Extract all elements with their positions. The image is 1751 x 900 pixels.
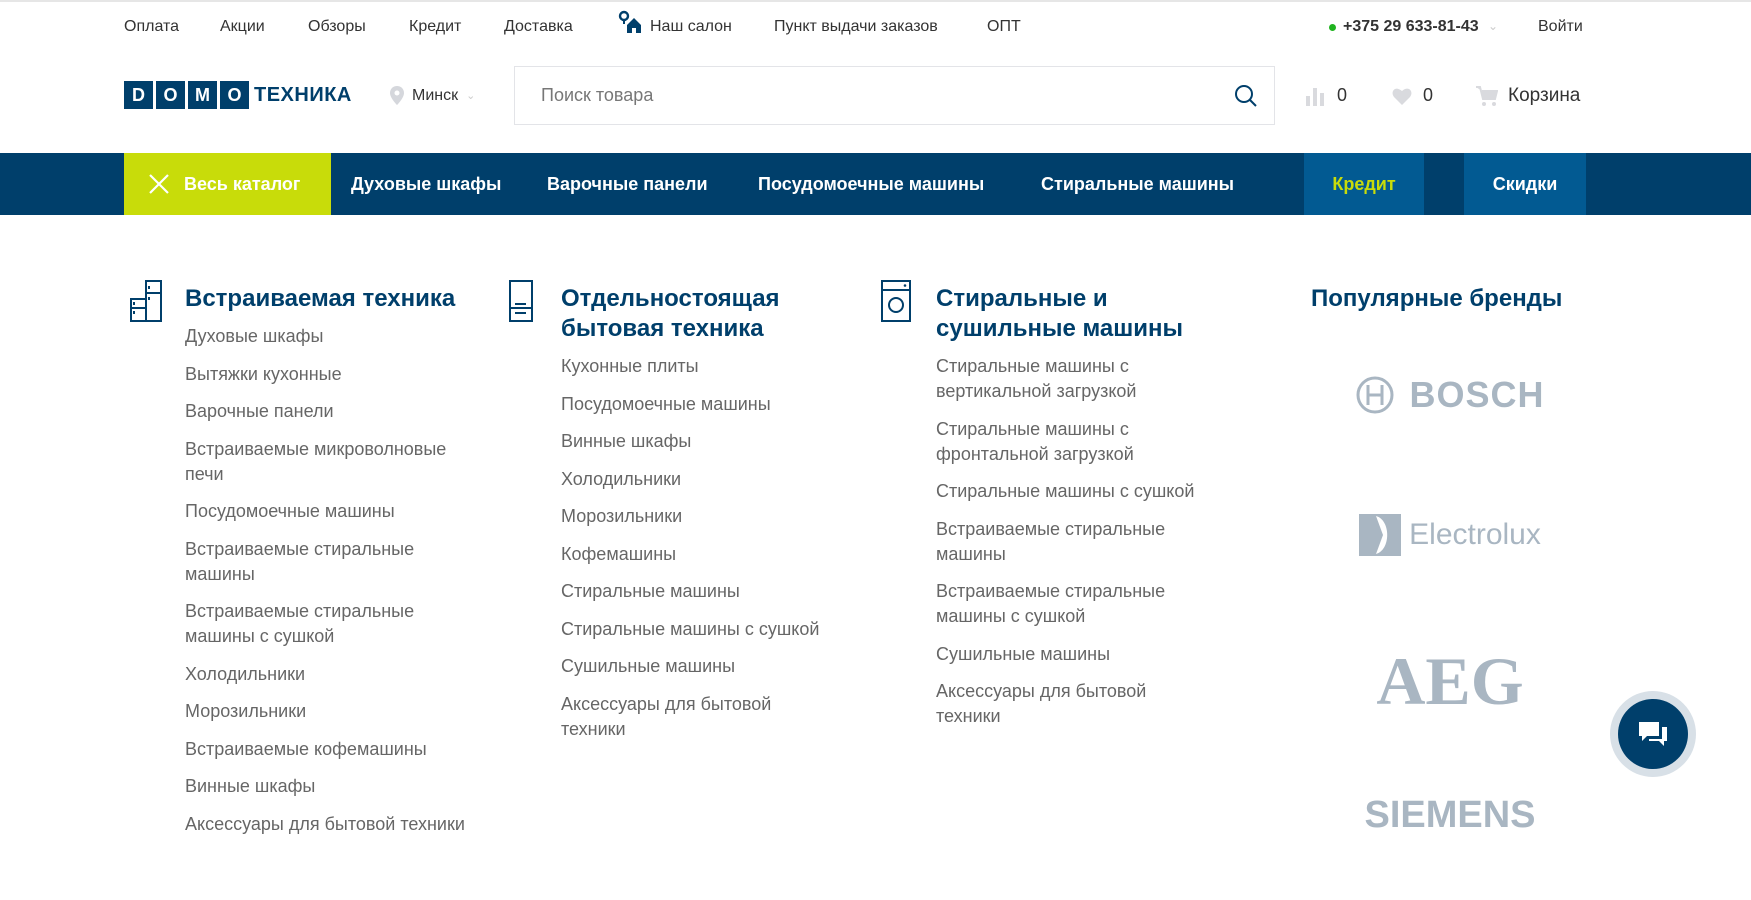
catalog-link[interactable]: Аксессуары для бытовой техники <box>936 679 1206 729</box>
column-heading[interactable]: Встраиваемая техника <box>185 284 485 314</box>
catalog-link[interactable]: Холодильники <box>185 662 485 687</box>
chat-icon <box>1639 722 1667 746</box>
compare-count[interactable]: 0 <box>1337 85 1347 106</box>
catalog-link[interactable]: Аксессуары для бытовой техники <box>185 812 485 837</box>
top-link-promotions[interactable]: Акции <box>220 18 265 36</box>
compare-icon[interactable] <box>1306 86 1326 106</box>
nav-item-dishwashers[interactable]: Посудомоечные машины <box>758 153 984 215</box>
chevron-down-icon[interactable]: ⌄ <box>1488 19 1498 33</box>
favorites-count[interactable]: 0 <box>1423 85 1433 106</box>
catalog-link[interactable]: Морозильники <box>185 699 485 724</box>
catalog-link[interactable]: Встраиваемые микроволновые печи <box>185 437 485 487</box>
catalog-link[interactable]: Духовые шкафы <box>185 324 485 349</box>
catalog-link[interactable]: Стиральные машины с сушкой <box>936 479 1206 504</box>
catalog-column-built-in: Встраиваемая техника Духовые шкафы Вытяжк… <box>185 284 485 849</box>
online-status-dot <box>1329 24 1336 31</box>
main-nav: Весь каталог Духовые шкафы Варочные пане… <box>0 153 1751 215</box>
washing-machine-icon <box>881 280 911 322</box>
location-pin-icon <box>390 86 404 105</box>
catalog-link[interactable]: Морозильники <box>561 504 831 529</box>
city-name: Минск <box>412 86 459 104</box>
catalog-link[interactable]: Стиральные машины <box>561 579 831 604</box>
catalog-link[interactable]: Кофемашины <box>561 542 831 567</box>
brands-heading: Популярные бренды <box>1311 285 1563 312</box>
brand-electrolux[interactable]: Electrolux <box>1320 514 1580 556</box>
heart-icon[interactable] <box>1392 87 1412 105</box>
catalog-link[interactable]: Посудомоечные машины <box>561 392 831 417</box>
login-link[interactable]: Войти <box>1538 18 1583 36</box>
catalog-link[interactable]: Встраиваемые кофемашины <box>185 737 485 762</box>
built-in-appliance-icon <box>130 280 162 322</box>
catalog-link[interactable]: Стиральные машины с вертикальной загрузк… <box>936 354 1206 404</box>
catalog-link[interactable]: Стиральные машины с сушкой <box>561 617 831 642</box>
brand-aeg[interactable]: AEG <box>1320 642 1580 721</box>
brand-name: Electrolux <box>1409 518 1541 551</box>
logo-text: ТЕХНИКА <box>254 83 352 106</box>
top-link-reviews[interactable]: Обзоры <box>308 18 366 36</box>
catalog-link[interactable]: Кухонные плиты <box>561 354 831 379</box>
catalog-link[interactable]: Встраиваемые стиральные машины <box>185 537 485 587</box>
bosch-logo-icon <box>1356 376 1394 414</box>
top-link-pickup[interactable]: Пункт выдачи заказов <box>774 18 938 36</box>
phone-number[interactable]: +375 29 633-81-43 <box>1343 18 1479 36</box>
top-link-salon[interactable]: Наш салон <box>650 18 732 36</box>
nav-credit-button[interactable]: Кредит <box>1304 153 1424 215</box>
logo-letter: M <box>188 81 217 109</box>
search-placeholder: Поиск товара <box>541 85 654 105</box>
catalog-link[interactable]: Варочные панели <box>185 399 485 424</box>
electrolux-logo-icon <box>1359 514 1402 556</box>
search-input[interactable]: Поиск товара <box>514 66 1275 125</box>
logo-letter: O <box>220 81 249 109</box>
catalog-link[interactable]: Встраиваемые стиральные машины с сушкой <box>936 579 1206 629</box>
logo-letter: D <box>124 81 153 109</box>
brand-bosch[interactable]: BOSCH <box>1320 374 1580 416</box>
catalog-link[interactable]: Винные шкафы <box>185 774 485 799</box>
fridge-icon <box>509 280 533 322</box>
nav-discounts-button[interactable]: Скидки <box>1464 153 1586 215</box>
catalog-link[interactable]: Аксессуары для бытовой техники <box>561 692 831 742</box>
cart-link[interactable]: Корзина <box>1508 85 1580 107</box>
chevron-down-icon: ⌄ <box>466 90 476 102</box>
catalog-label: Весь каталог <box>184 173 301 194</box>
catalog-column-washers: Стиральные и сушильные машины Стиральные… <box>936 284 1206 742</box>
logo[interactable]: D O M O ТЕХНИКА <box>124 81 352 109</box>
brand-name: AEG <box>1376 643 1524 719</box>
chat-button[interactable] <box>1610 691 1696 777</box>
brand-siemens[interactable]: SIEMENS <box>1320 794 1580 837</box>
top-link-payment[interactable]: Оплата <box>124 18 179 36</box>
chat-button-inner <box>1618 699 1688 769</box>
catalog-link[interactable]: Сушильные машины <box>936 642 1206 667</box>
catalog-link[interactable]: Сушильные машины <box>561 654 831 679</box>
catalog-link[interactable]: Встраиваемые стиральные машины <box>936 517 1206 567</box>
catalog-link[interactable]: Посудомоечные машины <box>185 499 485 524</box>
top-link-wholesale[interactable]: ОПТ <box>987 18 1021 36</box>
catalog-link[interactable]: Стиральные машины с фронтальной загрузко… <box>936 417 1206 467</box>
brand-name: SIEMENS <box>1364 794 1536 836</box>
search-icon[interactable] <box>1234 84 1258 108</box>
column-heading[interactable]: Стиральные и сушильные машины <box>936 284 1206 344</box>
catalog-link[interactable]: Встраиваемые стиральные машины с сушкой <box>185 599 485 649</box>
cart-icon[interactable] <box>1476 86 1498 107</box>
catalog-link[interactable]: Холодильники <box>561 467 831 492</box>
nav-item-ovens[interactable]: Духовые шкафы <box>351 153 501 215</box>
catalog-link[interactable]: Винные шкафы <box>561 429 831 454</box>
brands-column: Популярные бренды <box>1311 284 1591 314</box>
catalog-toggle-button[interactable]: Весь каталог <box>124 153 331 215</box>
catalog-link[interactable]: Вытяжки кухонные <box>185 362 485 387</box>
brand-name: BOSCH <box>1409 374 1545 415</box>
column-heading[interactable]: Отдельностоящая бытовая техника <box>561 284 831 344</box>
logo-letter: O <box>156 81 185 109</box>
close-icon <box>149 174 169 194</box>
salon-pin-icon <box>618 10 641 33</box>
top-link-delivery[interactable]: Доставка <box>504 18 573 36</box>
nav-item-hobs[interactable]: Варочные панели <box>547 153 708 215</box>
top-link-credit[interactable]: Кредит <box>409 18 461 36</box>
catalog-column-freestanding: Отдельностоящая бытовая техника Кухонные… <box>561 284 831 754</box>
nav-item-washers[interactable]: Стиральные машины <box>1041 153 1234 215</box>
city-selector[interactable]: Минск ⌄ <box>390 86 475 105</box>
